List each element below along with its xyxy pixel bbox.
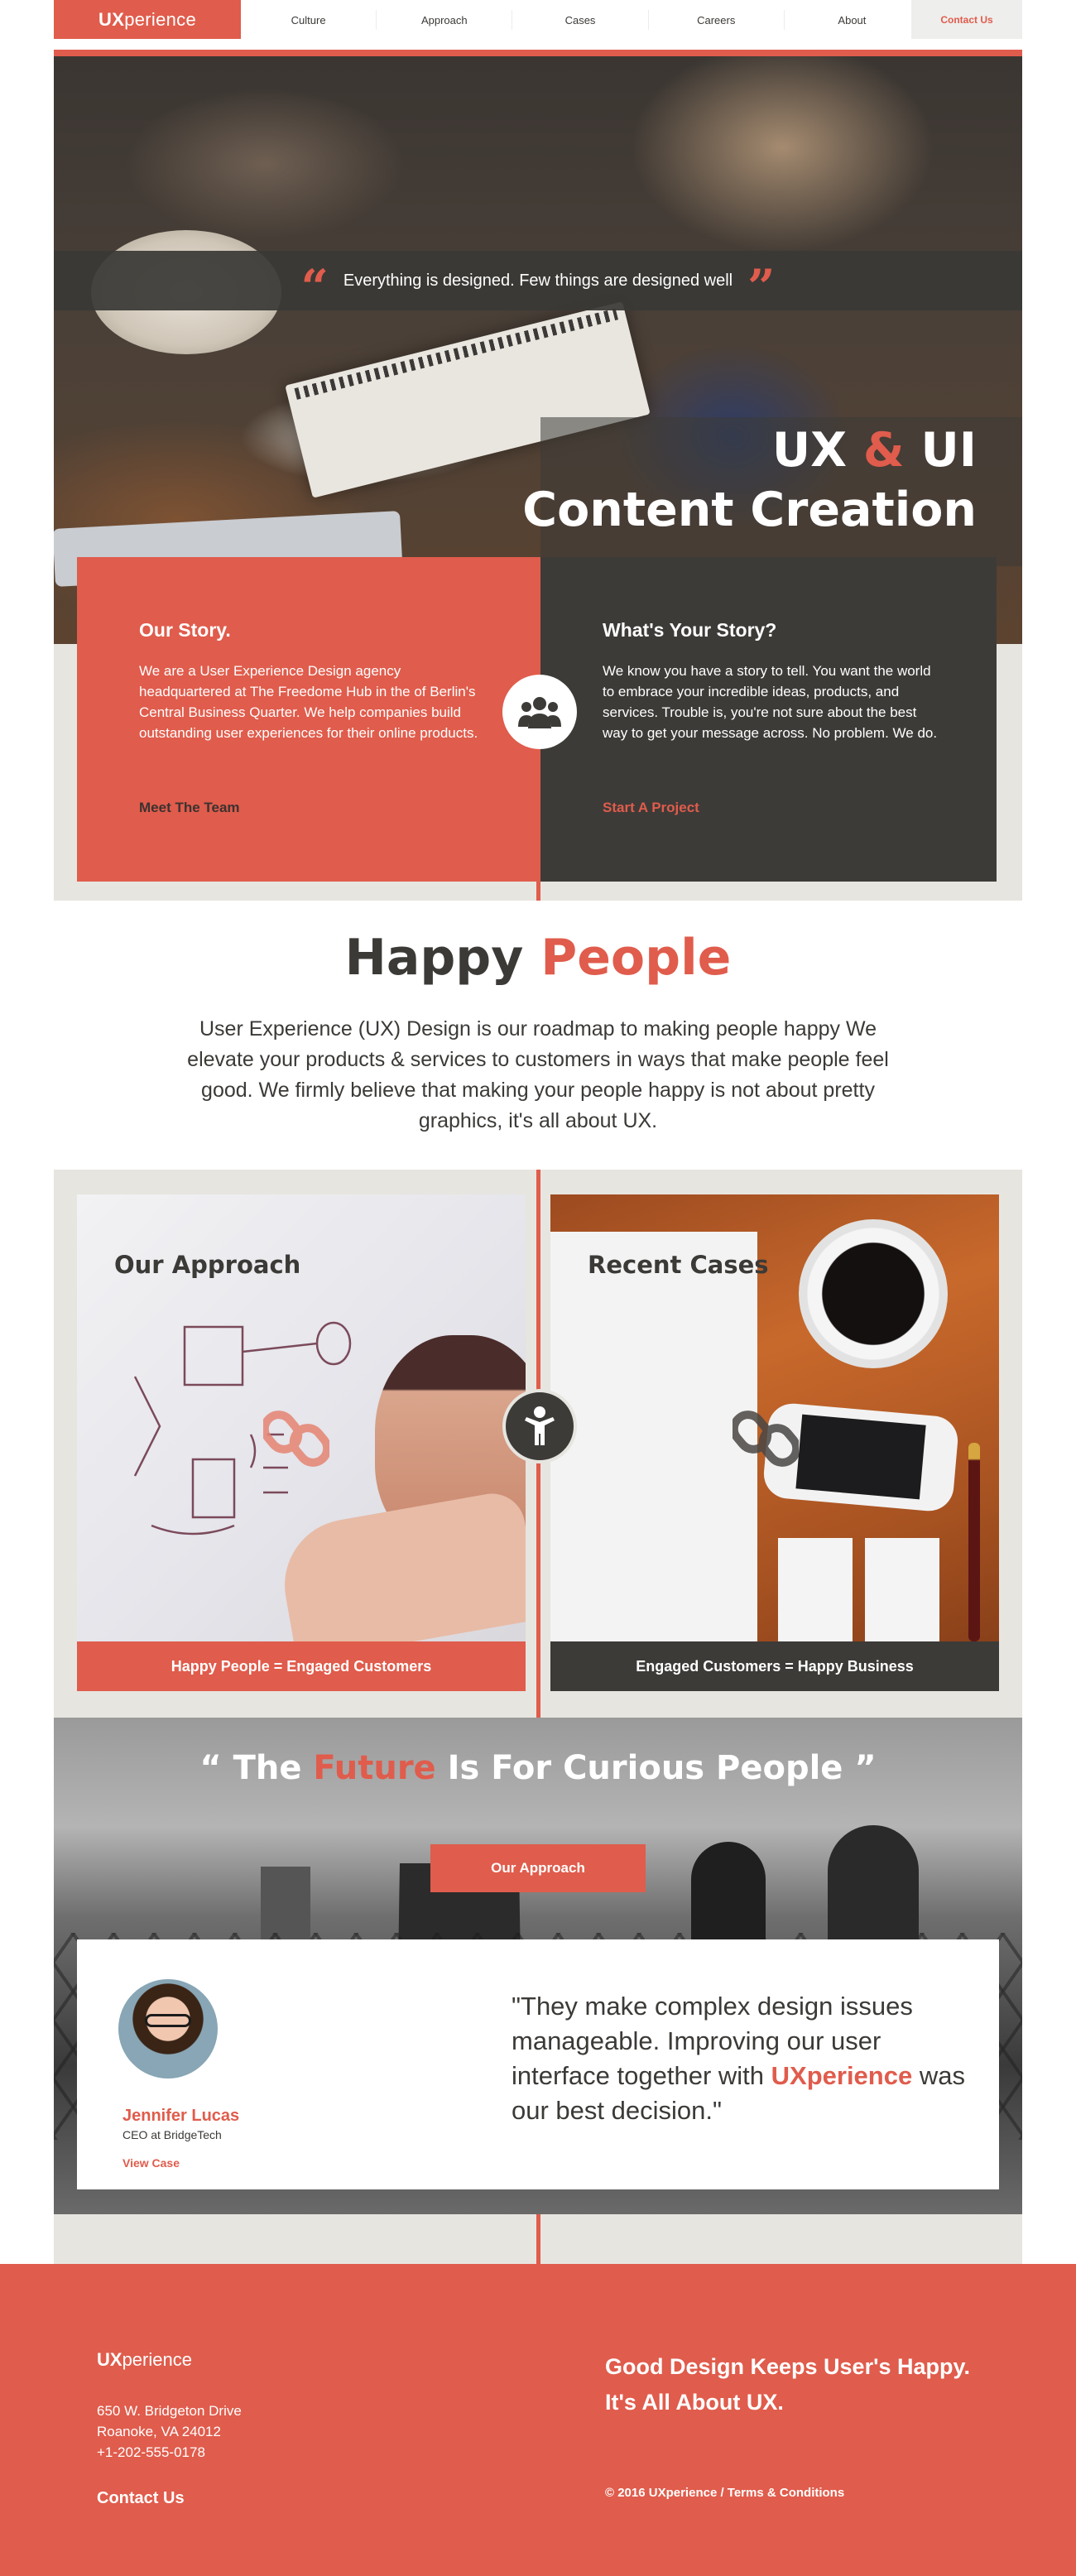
testimonial-quote: "They make complex design issues managea…	[512, 1989, 975, 2128]
person-icon-svg	[525, 1406, 555, 1445]
start-a-project-link[interactable]: Start A Project	[603, 800, 699, 816]
footer-logo-bold: UX	[97, 2349, 122, 2370]
divider-line	[536, 882, 540, 901]
avatar	[118, 1979, 218, 2079]
nav-item-approach[interactable]: Approach	[377, 10, 513, 30]
your-story-text: We know you have a story to tell. You wa…	[603, 663, 938, 741]
recent-cases-title: Recent Cases	[588, 1251, 769, 1279]
white-paper-image	[550, 1232, 757, 1646]
future-section: “ The Future Is For Curious People ” Our…	[54, 1718, 1022, 2214]
top-nav: UX perience Culture Approach Cases Career…	[54, 0, 1022, 39]
runner-image	[828, 1825, 919, 1958]
logo-bold: UX	[98, 8, 125, 30]
footer-tagline-1: Good Design Keeps User's Happy.	[605, 2354, 971, 2379]
footer-logo[interactable]: UXperience	[97, 2349, 192, 2371]
footer-tagline: Good Design Keeps User's Happy. It's All…	[605, 2349, 970, 2420]
hero-title-line2: Content Creation	[522, 483, 977, 537]
phone-number: +1-202-555-0178	[97, 2444, 205, 2460]
avatar-glasses	[145, 2014, 191, 2027]
logo[interactable]: UX perience	[54, 0, 241, 39]
footer-tagline-2: It's All About UX.	[605, 2390, 784, 2415]
your-story-panel: What's Your Story? We know you have a st…	[540, 557, 997, 882]
page: UX perience Culture Approach Cases Career…	[0, 0, 1076, 2576]
hero-quote: Everything is designed. Few things are d…	[343, 271, 733, 290]
business-card-image	[865, 1538, 939, 1646]
coffee-cup-image	[799, 1219, 948, 1368]
close-quote-icon: ”	[747, 259, 776, 315]
logo-rest: perience	[124, 8, 196, 30]
future-title: “ The Future Is For Curious People ”	[54, 1749, 1022, 1787]
business-card-image	[778, 1538, 853, 1646]
contact-us-button[interactable]: Contact Us	[911, 0, 1022, 39]
testimonial-name: Jennifer Lucas	[122, 2107, 240, 2125]
address-line-2: Roanoke, VA 24012	[97, 2424, 221, 2439]
our-story-panel: Our Story. We are a User Experience Desi…	[77, 557, 540, 882]
our-story-title: Our Story.	[139, 619, 231, 641]
cases-caption-bar: Engaged Customers = Happy Business	[550, 1641, 999, 1691]
person-icon	[502, 1389, 577, 1463]
testimonial-card: Jennifer Lucas CEO at BridgeTech View Ca…	[77, 1939, 999, 2189]
happy-people-title: Happy People	[0, 929, 1076, 987]
fountain-pen-image	[968, 1443, 980, 1641]
hero-quote-band: “ Everything is designed. Few things are…	[54, 251, 1022, 315]
happy-people-title-b: People	[540, 929, 732, 987]
happy-people-text: User Experience (UX) Design is our roadm…	[187, 1017, 889, 1132]
footer-address: 650 W. Bridgeton Drive Roanoke, VA 24012…	[97, 2401, 242, 2463]
future-title-open: “ The	[199, 1749, 302, 1787]
testimonial-quote-brand: UXperience	[771, 2061, 913, 2090]
our-approach-title: Our Approach	[114, 1251, 301, 1279]
open-quote-icon: “	[300, 259, 329, 315]
nav-item-culture[interactable]: Culture	[241, 10, 377, 30]
address-line-1: 650 W. Bridgeton Drive	[97, 2403, 242, 2419]
future-title-highlight: Future	[313, 1749, 436, 1787]
users-group-icon	[502, 675, 577, 749]
hero-title-ux: UX	[771, 423, 848, 478]
our-approach-card[interactable]: Our Approach Happy People = Engaged Cust…	[77, 1194, 526, 1691]
future-title-rest: Is For Curious People ”	[447, 1749, 877, 1787]
recent-cases-card[interactable]: Recent Cases Engaged Customers = Happy B…	[550, 1194, 999, 1691]
footer-copyright[interactable]: © 2016 UXperience / Terms & Conditions	[605, 2486, 844, 2500]
hero-title-ui: UI	[920, 423, 978, 478]
users-group-icon-svg	[518, 697, 561, 728]
meet-the-team-link[interactable]: Meet The Team	[139, 800, 240, 816]
nav-item-careers[interactable]: Careers	[649, 10, 785, 30]
nav-item-about[interactable]: About	[785, 10, 920, 30]
our-story-text: We are a User Experience Design agency h…	[139, 663, 478, 741]
hero-title-amp: &	[862, 423, 905, 478]
testimonial-role: CEO at BridgeTech	[122, 2128, 222, 2141]
nav-accent-line	[54, 50, 1022, 56]
footer: UXperience 650 W. Bridgeton Drive Roanok…	[0, 2264, 1076, 2576]
nav-menu: Culture Approach Cases Careers About	[241, 0, 920, 39]
nav-item-cases[interactable]: Cases	[512, 10, 649, 30]
happy-people-title-a: Happy	[344, 929, 524, 987]
chain-link-icon	[263, 1411, 329, 1467]
your-story-title: What's Your Story?	[603, 619, 777, 641]
hero-banner: “ Everything is designed. Few things are…	[54, 56, 1022, 644]
footer-logo-rest: perience	[122, 2349, 192, 2370]
footer-contact-link[interactable]: Contact Us	[97, 2489, 185, 2508]
our-approach-button[interactable]: Our Approach	[430, 1844, 646, 1892]
view-case-link[interactable]: View Case	[122, 2156, 180, 2170]
chain-link-icon	[733, 1411, 799, 1467]
divider-line	[536, 2214, 540, 2264]
approach-caption-bar: Happy People = Engaged Customers	[77, 1641, 526, 1691]
hero-title: UX & UI Content Creation	[522, 421, 977, 540]
